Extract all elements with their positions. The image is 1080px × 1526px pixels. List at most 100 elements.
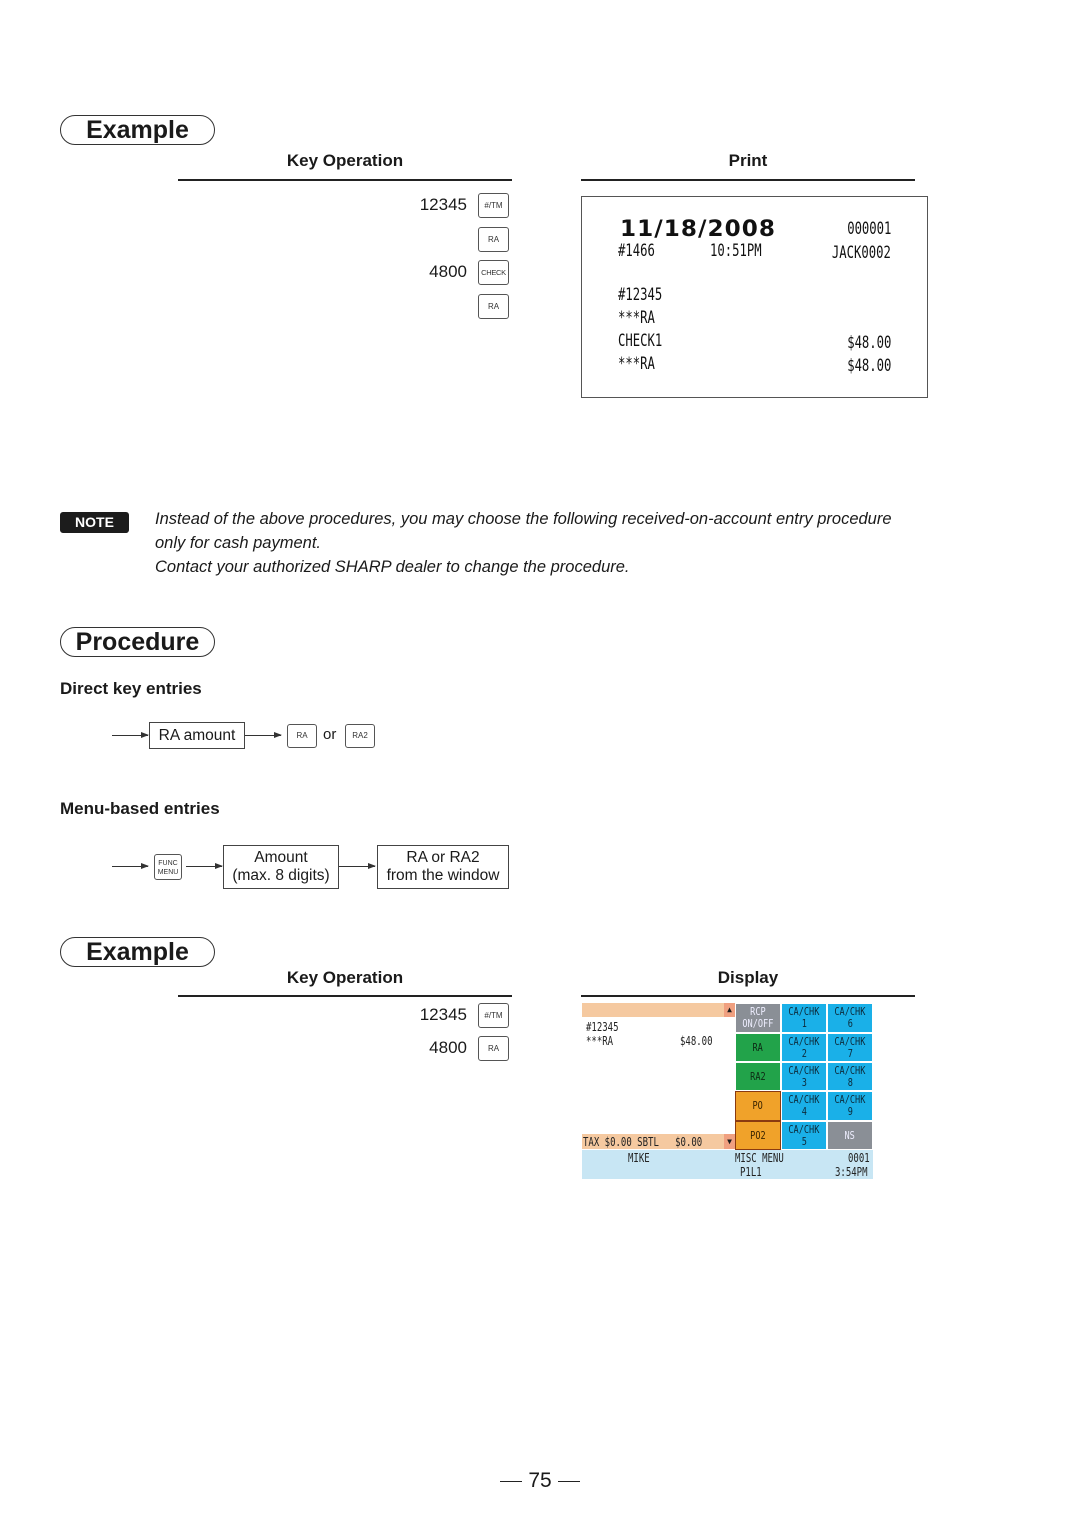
- button-label: RA: [752, 1040, 764, 1054]
- ns-button[interactable]: NS: [827, 1121, 873, 1150]
- tm-key: #/TM: [478, 1003, 509, 1028]
- ra2-key: RA2: [345, 724, 375, 748]
- ra-key: RA: [478, 1036, 509, 1061]
- tax-subtotal-text: TAX $0.00 SBTL $0.00: [583, 1135, 703, 1149]
- func-menu-key-line1: FUNC: [158, 860, 178, 867]
- button-label: 9: [847, 1105, 853, 1118]
- ca-chk-1-button[interactable]: CA/CHK 1: [781, 1003, 827, 1033]
- ra-key: RA: [478, 227, 509, 252]
- display-line-amount: $48.00: [680, 1034, 713, 1048]
- or-label: or: [323, 726, 337, 743]
- button-label: 1: [801, 1017, 807, 1030]
- button-label: 5: [801, 1134, 807, 1148]
- button-label: 7: [847, 1046, 853, 1060]
- status-bar: [582, 1150, 873, 1179]
- pos-display: ▲ #12345 ***RA $48.00 TAX $0.00 SBTL $0.…: [582, 1003, 873, 1179]
- button-label: PO2: [750, 1128, 766, 1142]
- example-heading: Example: [60, 937, 215, 967]
- direct-key-entries-heading: Direct key entries: [60, 679, 202, 698]
- receipt-line-label: ***RA: [618, 354, 655, 374]
- entry-value: 4800: [429, 262, 467, 281]
- receipt-line-amount: $48.00: [846, 333, 891, 353]
- dash: [557, 1480, 580, 1482]
- display-line-label: ***RA: [586, 1034, 614, 1048]
- register-number: 0001: [848, 1151, 870, 1165]
- ca-chk-9-button[interactable]: CA/CHK 9: [827, 1091, 873, 1121]
- ra2-button[interactable]: RA2: [735, 1062, 781, 1091]
- button-label: 4: [801, 1105, 807, 1118]
- receipt-consecutive-number: 000001: [846, 219, 891, 239]
- flow-arrow: [112, 863, 149, 869]
- receipt-clerk: JACK0002: [832, 243, 891, 263]
- note-text: only for cash payment.: [155, 534, 321, 552]
- note-text: Instead of the above procedures, you may…: [155, 510, 892, 528]
- tm-key: #/TM: [478, 193, 509, 218]
- flow-arrow: [112, 732, 149, 738]
- note-text: Contact your authorized SHARP dealer to …: [155, 558, 630, 576]
- divider: [178, 179, 512, 181]
- example-heading: Example: [60, 115, 215, 145]
- receipt-line-amount: $48.00: [846, 356, 891, 376]
- entry-value: 12345: [419, 195, 467, 214]
- key-operation-heading: Key Operation: [286, 968, 404, 987]
- receipt-number: #1466: [618, 241, 655, 261]
- receipt-line-label: ***RA: [618, 308, 655, 328]
- entry-value: 4800: [429, 1038, 467, 1057]
- po2-button[interactable]: PO2: [735, 1121, 781, 1150]
- ca-chk-5-button[interactable]: CA/CHK 5: [781, 1121, 827, 1150]
- func-menu-key: FUNC MENU: [154, 854, 182, 880]
- position-code: P1L1: [740, 1165, 762, 1179]
- amount-box-line1: Amount: [254, 849, 308, 866]
- flow-arrow: [245, 732, 282, 738]
- button-label: 3: [801, 1075, 807, 1089]
- divider: [178, 995, 512, 997]
- button-label: RA2: [750, 1069, 766, 1083]
- button-label: ON/OFF: [742, 1017, 774, 1030]
- ca-chk-4-button[interactable]: CA/CHK 4: [781, 1091, 827, 1121]
- receipt-time: 10:51PM: [710, 241, 762, 261]
- divider: [581, 995, 915, 997]
- button-label: 8: [847, 1075, 853, 1089]
- rcp-on-off-button[interactable]: RCP ON/OFF: [735, 1003, 781, 1033]
- ra-key: RA: [287, 724, 317, 748]
- func-menu-key-line2: MENU: [157, 869, 179, 876]
- ca-chk-8-button[interactable]: CA/CHK 8: [827, 1062, 873, 1091]
- menu-based-entries-heading: Menu-based entries: [60, 799, 220, 818]
- po-button[interactable]: PO: [735, 1091, 781, 1121]
- receipt-date: 11/18/2008: [620, 217, 776, 242]
- ca-chk-6-button[interactable]: CA/CHK 6: [827, 1003, 873, 1033]
- page-number: 75: [0, 1469, 1080, 1493]
- receipt-line-label: CHECK1: [618, 331, 663, 351]
- check-key: CHECK: [478, 260, 509, 285]
- divider: [581, 179, 915, 181]
- printed-receipt: 11/18/2008 000001 #1466 10:51PM JACK0002…: [581, 196, 928, 398]
- window-box-line1: RA or RA2: [406, 849, 480, 866]
- dash: [500, 1480, 523, 1482]
- button-label: 2: [801, 1046, 807, 1060]
- flow-arrow: [186, 863, 223, 869]
- button-label: PO: [752, 1099, 764, 1112]
- scroll-down-icon[interactable]: ▼: [724, 1134, 735, 1149]
- flow-arrow: [339, 863, 376, 869]
- window-selection-box: RA or RA2 from the window: [377, 845, 509, 889]
- page-number-text: 75: [528, 1469, 552, 1492]
- clerk-name: MIKE: [628, 1151, 650, 1165]
- ca-chk-3-button[interactable]: CA/CHK 3: [781, 1062, 827, 1091]
- procedure-heading: Procedure: [60, 627, 215, 657]
- receipt-line-label: #12345: [618, 285, 663, 305]
- key-operation-heading: Key Operation: [286, 151, 404, 170]
- scroll-up-icon[interactable]: ▲: [724, 1003, 735, 1017]
- amount-box-line2: (max. 8 digits): [232, 867, 330, 884]
- ca-chk-7-button[interactable]: CA/CHK 7: [827, 1033, 873, 1062]
- display-line-label: #12345: [586, 1020, 619, 1034]
- note-badge: NOTE: [60, 512, 129, 533]
- ra-key: RA: [478, 294, 509, 319]
- ra-button[interactable]: RA: [735, 1033, 781, 1062]
- display-top-bar: [582, 1003, 724, 1017]
- ca-chk-2-button[interactable]: CA/CHK 2: [781, 1033, 827, 1062]
- mode-name: MISC MENU: [735, 1151, 784, 1165]
- ra-amount-box: RA amount: [149, 722, 245, 749]
- button-label: 6: [847, 1017, 853, 1030]
- display-time: 3:54PM: [835, 1165, 868, 1179]
- print-heading: Print: [728, 151, 768, 170]
